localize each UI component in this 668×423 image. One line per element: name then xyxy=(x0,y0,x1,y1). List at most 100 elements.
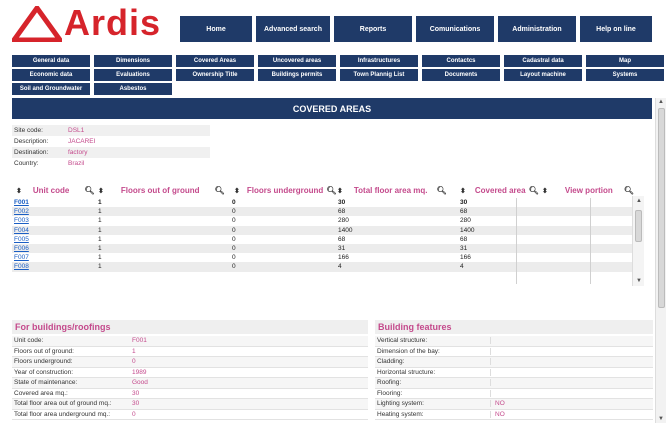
col-floors-out[interactable]: ⬍ Floors out of ground 🔍︎ xyxy=(98,186,225,195)
sort-icon[interactable]: ⬍ xyxy=(16,187,22,195)
country-label: Country: xyxy=(14,160,39,167)
nav-advanced-search[interactable]: Advanced search xyxy=(256,16,330,42)
tab-infrastructures[interactable]: Infrastructures xyxy=(340,55,418,67)
detail-label: Year of construction: xyxy=(14,368,74,376)
sort-icon[interactable]: ⬍ xyxy=(460,187,466,195)
search-icon[interactable]: 🔍︎ xyxy=(84,186,94,195)
unit-code-link[interactable]: F002 xyxy=(14,208,29,215)
table-row[interactable]: F007 1 0 166 166 xyxy=(12,253,642,262)
unit-code-link[interactable]: F001 xyxy=(14,199,29,206)
total-area-cell: 68 xyxy=(338,235,346,243)
unit-code-link[interactable]: F006 xyxy=(14,245,29,252)
unit-code-link[interactable]: F007 xyxy=(14,254,29,261)
col-floors-out-label: Floors out of ground xyxy=(120,186,200,195)
col-floors-under[interactable]: ⬍ Floors underground 🔍︎ xyxy=(234,186,336,195)
tab-asbestos[interactable]: Asbestos xyxy=(94,83,172,95)
nav-reports[interactable]: Reports xyxy=(334,16,412,42)
nav-administration[interactable]: Administration xyxy=(498,16,576,42)
tab-layout-machine[interactable]: Layout machine xyxy=(504,69,582,81)
scroll-down-icon[interactable]: ▼ xyxy=(636,278,642,284)
tab-uncovered-areas[interactable]: Uncovered areas xyxy=(258,55,336,67)
unit-code-link[interactable]: F003 xyxy=(14,217,29,224)
detail-row: Floors out of ground: 1 xyxy=(12,347,368,357)
feature-row: Roofing: xyxy=(375,378,653,389)
tab-map[interactable]: Map xyxy=(586,55,664,67)
tab-general-data[interactable]: General data xyxy=(12,55,90,67)
table-row[interactable]: F003 1 0 280 280 xyxy=(12,216,642,225)
floors-under-cell: 0 xyxy=(232,244,236,252)
table-scroll-thumb[interactable] xyxy=(635,210,642,242)
page-scrollbar[interactable]: ▲ ▼ xyxy=(655,98,666,423)
sub-nav: General data Dimensions Covered Areas Un… xyxy=(12,55,664,95)
tab-cadastral-data[interactable]: Cadastral data xyxy=(504,55,582,67)
feature-label: Lighting system: xyxy=(375,400,491,408)
feature-label: Flooring: xyxy=(375,389,491,397)
col-covered-area[interactable]: ⬍ Covered area 🔍︎ xyxy=(460,186,539,195)
covered-area-cell: 31 xyxy=(460,244,468,252)
destination-row: Destination: factory xyxy=(12,147,210,158)
site-code-value: DSL1 xyxy=(68,127,85,134)
tab-systems[interactable]: Systems xyxy=(586,69,664,81)
unit-code-link[interactable]: F008 xyxy=(14,263,29,270)
col-total-area-label: Total floor area mq. xyxy=(353,186,428,195)
tab-soil-and-groundwater[interactable]: Soil and Groundwater xyxy=(12,83,90,95)
unit-code-link[interactable]: F005 xyxy=(14,236,29,243)
covered-area-cell: 280 xyxy=(460,217,471,225)
tab-town-planning-list[interactable]: Town Plannig List xyxy=(340,69,418,81)
detail-row: Total floor area underground mq.: 0 xyxy=(12,410,368,420)
table-scrollbar[interactable]: ▲ ▼ xyxy=(632,196,644,286)
table-row[interactable]: F001 1 0 30 30 xyxy=(12,198,642,207)
sort-icon[interactable]: ⬍ xyxy=(542,187,548,195)
tab-contacts[interactable]: Contactcs xyxy=(422,55,500,67)
feature-row: Flooring: xyxy=(375,389,653,399)
tab-covered-areas[interactable]: Covered Areas xyxy=(176,55,254,67)
sort-icon[interactable]: ⬍ xyxy=(234,187,240,195)
total-area-cell: 1400 xyxy=(338,226,353,234)
nav-home[interactable]: Home xyxy=(180,16,252,42)
sort-icon[interactable]: ⬍ xyxy=(337,187,343,195)
tab-economic-data[interactable]: Economic data xyxy=(12,69,90,81)
ardis-logo[interactable]: Ardis xyxy=(12,2,162,43)
tab-dimensions[interactable]: Dimensions xyxy=(94,55,172,67)
col-view-portion[interactable]: ⬍ View portion 🔍︎ xyxy=(542,186,634,195)
site-info: Site code: DSL1 Description: JACAREI Desti… xyxy=(12,125,210,169)
search-icon[interactable]: 🔍︎ xyxy=(326,186,336,195)
tab-buildings-permits[interactable]: Buildings permits xyxy=(258,69,336,81)
table-row[interactable]: F006 1 0 31 31 xyxy=(12,243,642,254)
buildings-panel: Unit code: F001 Floors out of ground: 1 Fl… xyxy=(12,336,368,420)
total-area-cell: 30 xyxy=(338,199,346,206)
tab-evaluations[interactable]: Evaluations xyxy=(94,69,172,81)
detail-label: Floors out of ground: xyxy=(14,347,74,355)
floors-under-cell: 0 xyxy=(232,263,236,271)
tab-ownership-title[interactable]: Ownership Title xyxy=(176,69,254,81)
feature-label: Roofing: xyxy=(375,379,491,387)
total-area-cell: 68 xyxy=(338,208,346,216)
col-total-area[interactable]: ⬍ Total floor area mq. 🔍︎ xyxy=(337,186,447,195)
feature-value: NO xyxy=(495,400,505,408)
col-unit-code[interactable]: ⬍ Unit code 🔍︎ xyxy=(16,186,94,195)
nav-help-on-line[interactable]: Help on line xyxy=(580,16,652,42)
search-icon[interactable]: 🔍︎ xyxy=(529,186,539,195)
sort-icon[interactable]: ⬍ xyxy=(98,187,104,195)
tab-documents[interactable]: Documents xyxy=(422,69,500,81)
table-row[interactable]: F008 1 0 4 4 xyxy=(12,262,642,272)
scroll-up-icon[interactable]: ▲ xyxy=(636,198,642,204)
feature-row: Heating system: NO xyxy=(375,410,653,420)
col-view-portion-label: View portion xyxy=(564,186,613,195)
table-row[interactable]: F005 1 0 68 68 xyxy=(12,235,642,244)
unit-code-link[interactable]: F004 xyxy=(14,227,29,234)
table-row[interactable]: F002 1 0 68 68 xyxy=(12,207,642,217)
table-row[interactable]: F004 1 0 1400 1400 xyxy=(12,225,642,235)
nav-comunications[interactable]: Comunications xyxy=(416,16,494,42)
floors-out-cell: 1 xyxy=(98,263,102,271)
search-icon[interactable]: 🔍︎ xyxy=(437,186,447,195)
scroll-up-icon[interactable]: ▲ xyxy=(658,99,664,105)
description-value: JACAREI xyxy=(68,138,96,145)
feature-row: Dimension of the bay: xyxy=(375,347,653,357)
search-icon[interactable]: 🔍︎ xyxy=(624,186,634,195)
search-icon[interactable]: 🔍︎ xyxy=(215,186,225,195)
scroll-down-icon[interactable]: ▼ xyxy=(658,416,664,422)
feature-label: Vertical structure: xyxy=(375,337,491,345)
page-scroll-thumb[interactable] xyxy=(658,108,665,308)
detail-value: 30 xyxy=(132,389,140,397)
